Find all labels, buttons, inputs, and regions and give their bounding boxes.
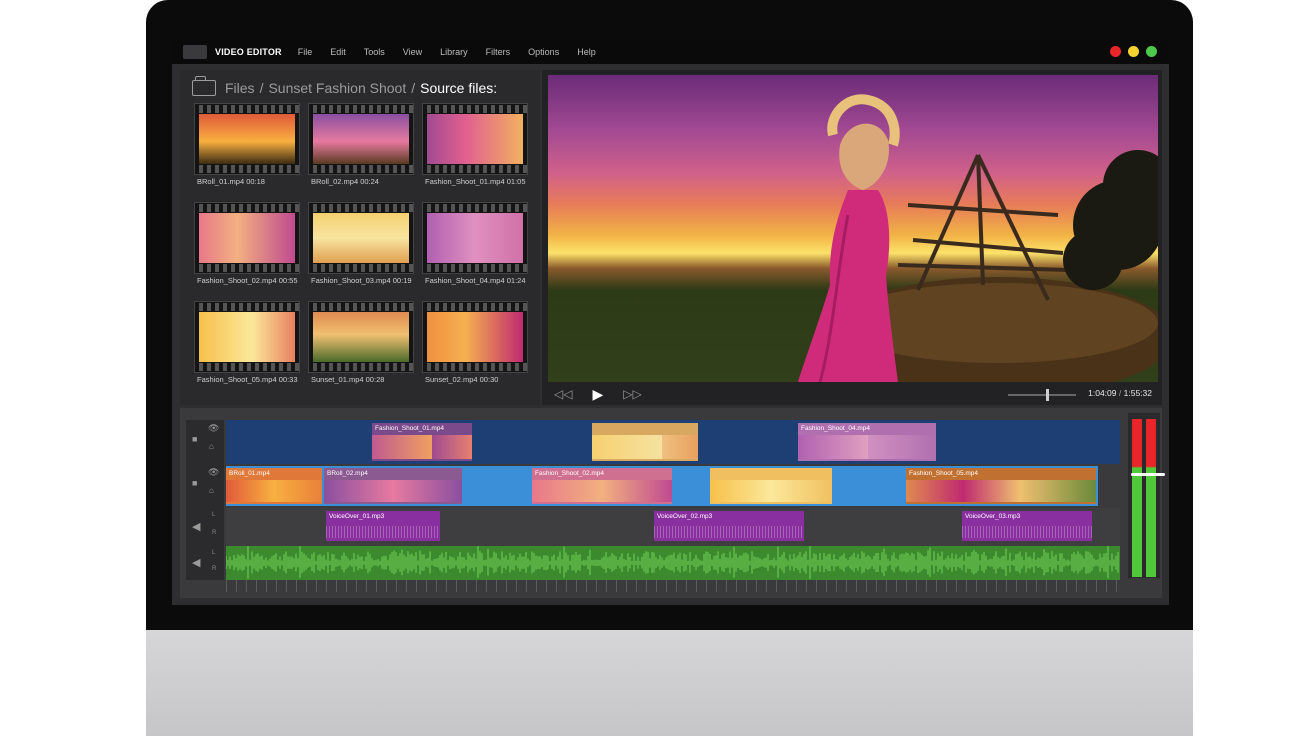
menu-tools[interactable]: Tools [364, 47, 385, 57]
menu-help[interactable]: Help [577, 47, 596, 57]
timecode: 1:04:09 / 1:55:32 [1088, 388, 1152, 398]
thumbnail-label: Sunset_01.mp4 00:28 [311, 375, 385, 384]
menu-file[interactable]: File [298, 47, 313, 57]
voiceover-clip[interactable]: VoiceOver_03.mp3 [962, 511, 1092, 541]
video-track-header: 👁 ■ ⌂ [186, 420, 224, 464]
rewind-icon[interactable]: ◁◁ [554, 387, 572, 401]
source-thumbnail[interactable] [422, 103, 528, 175]
thumbnail-label: Fashion_Shoot_03.mp4 00:19 [311, 276, 412, 285]
visibility-eye-icon[interactable]: 👁 [208, 467, 219, 478]
source-thumbnail[interactable] [422, 202, 528, 274]
menu-options[interactable]: Options [528, 47, 559, 57]
breadcrumb-project[interactable]: Sunset Fashion Shoot [268, 80, 406, 96]
video-preview[interactable] [548, 75, 1158, 382]
timeline-clip[interactable]: BRoll_02.mp4 [324, 468, 462, 504]
wooden-tripod [897, 154, 1069, 301]
left-channel-label: L [212, 550, 216, 556]
voiceover-clip[interactable]: VoiceOver_01.mp3 [326, 511, 440, 541]
source-thumbnail[interactable] [194, 301, 300, 373]
preview-panel: ◁◁ ▶ ▷▷ 1:04:09 / 1:55:32 [542, 70, 1162, 405]
media-browser: Files / Sunset Fashion Shoot / Source fi… [180, 70, 540, 405]
breadcrumb: Files / Sunset Fashion Shoot / Source fi… [192, 76, 498, 96]
thumbnail-label: Fashion_Shoot_04.mp4 01:24 [425, 276, 526, 285]
transport-bar: ◁◁ ▶ ▷▷ 1:04:09 / 1:55:32 [548, 384, 1158, 404]
source-thumbnail[interactable] [194, 202, 300, 274]
right-channel-label: R [212, 566, 217, 572]
video-track-2: BRoll_01.mp4 BRoll_02.mp4 Fashion_Shoot_… [226, 464, 1120, 508]
voiceover-clip[interactable]: VoiceOver_02.mp3 [654, 511, 804, 541]
menu-bar: VIDEO EDITOR File Edit Tools View Librar… [172, 40, 1169, 64]
timeline-clip[interactable]: Fashion_Shoot_01.mp4 [372, 423, 472, 461]
model-silhouette [798, 94, 900, 382]
thumbnail-label: Fashion_Shoot_05.mp4 00:33 [197, 375, 298, 384]
camera-icon: ■ [192, 434, 198, 444]
right-channel-label: R [212, 530, 217, 536]
app-title: VIDEO EDITOR [215, 47, 282, 57]
music-track[interactable] [226, 546, 1120, 580]
minimize-button[interactable] [1128, 46, 1139, 57]
thumbnail-label: Fashion_Shoot_01.mp4 01:05 [425, 177, 526, 186]
timeline-clip[interactable] [592, 423, 698, 461]
thumbnail-label: Sunset_02.mp4 00:30 [425, 375, 499, 384]
camera-icon: ■ [192, 478, 198, 488]
left-channel-label: L [212, 512, 216, 518]
tree-silhouette [1063, 150, 1158, 290]
breadcrumb-current: Source files: [420, 80, 498, 96]
audio-track-header: ◀ L R [186, 546, 224, 580]
level-meter-left [1132, 419, 1142, 577]
menu-library[interactable]: Library [440, 47, 468, 57]
video-track-header: 👁 ■ ⌂ [186, 464, 224, 508]
level-meter-right [1146, 419, 1156, 577]
audio-level-meter [1128, 413, 1165, 578]
volume-slider[interactable] [1008, 389, 1076, 401]
volume-handle[interactable] [1045, 389, 1049, 401]
thumbnail-label: BRoll_02.mp4 00:24 [311, 177, 379, 186]
app-logo-icon [183, 45, 207, 59]
lock-icon[interactable]: ⌂ [209, 442, 214, 451]
source-thumbnail[interactable] [308, 301, 414, 373]
breadcrumb-separator: / [411, 80, 416, 96]
master-volume-handle[interactable] [1131, 473, 1165, 476]
timeline-clip[interactable] [710, 468, 832, 504]
maximize-button[interactable] [1146, 46, 1157, 57]
play-icon[interactable]: ▶ [592, 386, 603, 403]
close-button[interactable] [1110, 46, 1121, 57]
timeline: 👁 ■ ⌂ 👁 ■ ⌂ ◀ L R ◀ L R Fashion_Shoot_01… [180, 408, 1165, 598]
timeline-clip[interactable]: BRoll_01.mp4 [226, 468, 322, 504]
source-thumbnail[interactable] [422, 301, 528, 373]
audio-track-header: ◀ L R [186, 508, 224, 546]
folder-icon[interactable] [192, 76, 216, 96]
visibility-eye-icon[interactable]: 👁 [208, 423, 219, 434]
current-time: 1:04:09 [1088, 388, 1117, 398]
fast-forward-icon[interactable]: ▷▷ [623, 387, 641, 401]
monitor-chin [146, 630, 1193, 736]
timeline-clip[interactable]: Fashion_Shoot_02.mp4 [532, 468, 672, 504]
menu-edit[interactable]: Edit [330, 47, 346, 57]
speaker-icon[interactable]: ◀ [192, 556, 200, 569]
total-time: 1:55:32 [1123, 388, 1152, 398]
source-thumbnail[interactable] [194, 103, 300, 175]
breadcrumb-separator: / [259, 80, 264, 96]
thumbnail-label: Fashion_Shoot_02.mp4 00:55 [197, 276, 298, 285]
timeline-clip[interactable]: Fashion_Shoot_05.mp4 [906, 468, 1096, 504]
time-separator: / [1118, 388, 1122, 398]
speaker-icon[interactable]: ◀ [192, 520, 200, 533]
thumbnail-label: BRoll_01.mp4 00:18 [197, 177, 265, 186]
music-waveform [226, 546, 1119, 579]
menu-filters[interactable]: Filters [486, 47, 511, 57]
lock-icon[interactable]: ⌂ [209, 486, 214, 495]
voiceover-track: VoiceOver_01.mp3 VoiceOver_02.mp3 VoiceO… [226, 508, 1120, 546]
source-thumbnail[interactable] [308, 103, 414, 175]
breadcrumb-files[interactable]: Files [225, 80, 255, 96]
window-controls [1110, 46, 1157, 57]
timeline-clip[interactable]: Fashion_Shoot_04.mp4 [798, 423, 936, 461]
menu-view[interactable]: View [403, 47, 422, 57]
timeline-ruler[interactable] [226, 580, 1120, 592]
source-thumbnail[interactable] [308, 202, 414, 274]
video-track-1: Fashion_Shoot_01.mp4 Fashion_Shoot_04.mp… [226, 420, 1120, 464]
editor-window: VIDEO EDITOR File Edit Tools View Librar… [172, 40, 1169, 605]
